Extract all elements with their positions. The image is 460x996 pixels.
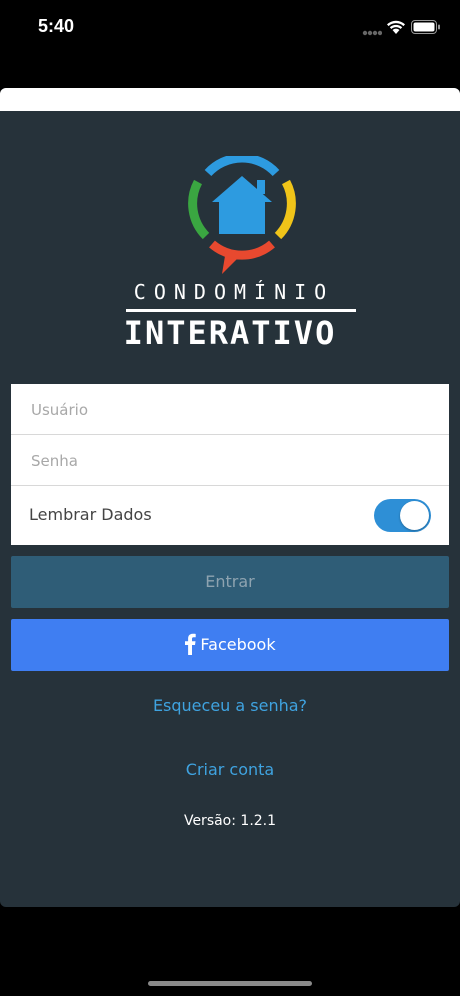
status-bar: 5:40 [0,0,460,56]
login-sheet: CONDOMÍNIO INTERATIVO Lembrar Dados Entr… [0,88,460,907]
wifi-icon [387,20,405,34]
brand-name-bottom: INTERATIVO [123,314,337,352]
brand-name-top: CONDOMÍNIO [133,280,335,304]
enter-button[interactable]: Entrar [11,556,449,608]
brand-divider [126,309,356,312]
password-row [11,435,449,486]
username-input[interactable] [29,384,423,435]
cellular-signal-icon [362,30,382,36]
condominio-logo-icon [188,156,296,274]
forgot-password-link[interactable]: Esqueceu a senha? [0,696,460,715]
sheet-header-bar [0,88,460,111]
facebook-login-button[interactable]: Facebook [11,619,449,671]
remember-label: Lembrar Dados [29,505,152,524]
create-account-link[interactable]: Criar conta [0,760,460,779]
battery-icon [411,20,440,34]
remember-toggle[interactable] [374,499,431,532]
login-form: Lembrar Dados [11,384,449,545]
home-indicator[interactable] [148,981,312,986]
username-row [11,384,449,435]
toggle-knob [400,501,429,530]
password-input[interactable] [29,435,423,486]
remember-row: Lembrar Dados [11,486,449,545]
version-text: Versão: 1.2.1 [0,813,460,829]
status-time: 5:40 [38,16,75,36]
version-label: Versão: [183,813,236,829]
version-number: 1.2.1 [240,813,277,829]
facebook-icon [185,633,197,655]
facebook-button-label: Facebook [200,635,276,654]
